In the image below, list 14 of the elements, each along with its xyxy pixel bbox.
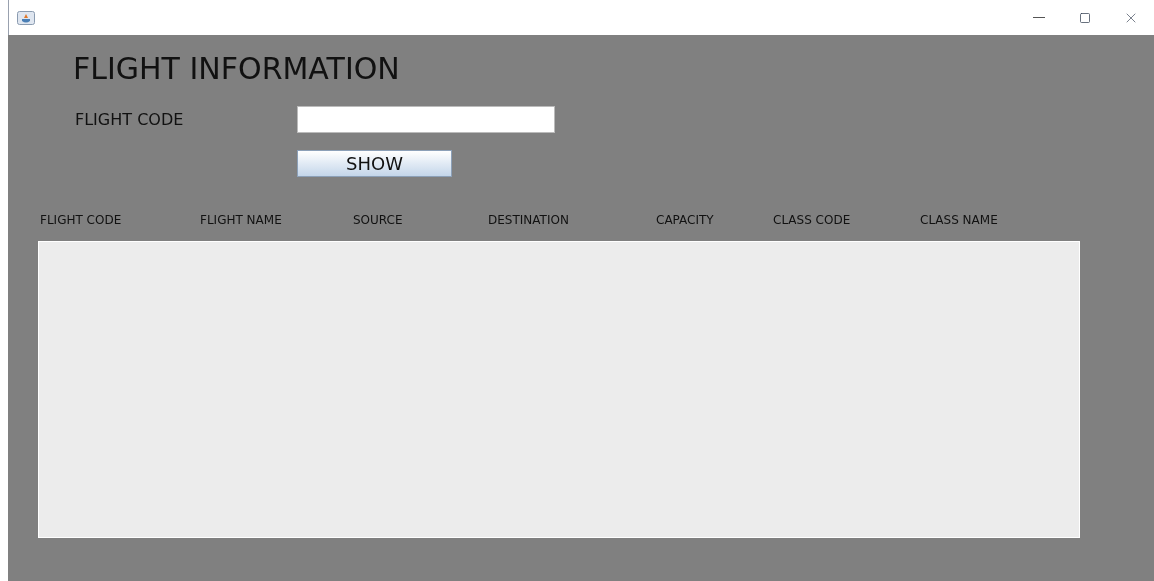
flight-code-field[interactable] bbox=[297, 106, 555, 133]
column-header: FLIGHT CODE bbox=[40, 212, 123, 229]
page-title: FLIGHT INFORMATION bbox=[73, 50, 401, 88]
column-header: CLASS CODE bbox=[773, 212, 852, 229]
maximize-icon bbox=[1079, 11, 1091, 24]
column-header: CAPACITY bbox=[656, 212, 715, 229]
column-header: SOURCE bbox=[353, 212, 404, 229]
minimize-icon bbox=[1033, 17, 1045, 18]
show-button[interactable]: SHOW bbox=[297, 150, 452, 177]
column-header: DESTINATION bbox=[488, 212, 570, 229]
app-icon bbox=[17, 10, 35, 25]
column-header: FLIGHT NAME bbox=[200, 212, 283, 229]
field-label: FLIGHT CODE bbox=[75, 108, 185, 131]
column-header: CLASS NAME bbox=[920, 212, 999, 229]
